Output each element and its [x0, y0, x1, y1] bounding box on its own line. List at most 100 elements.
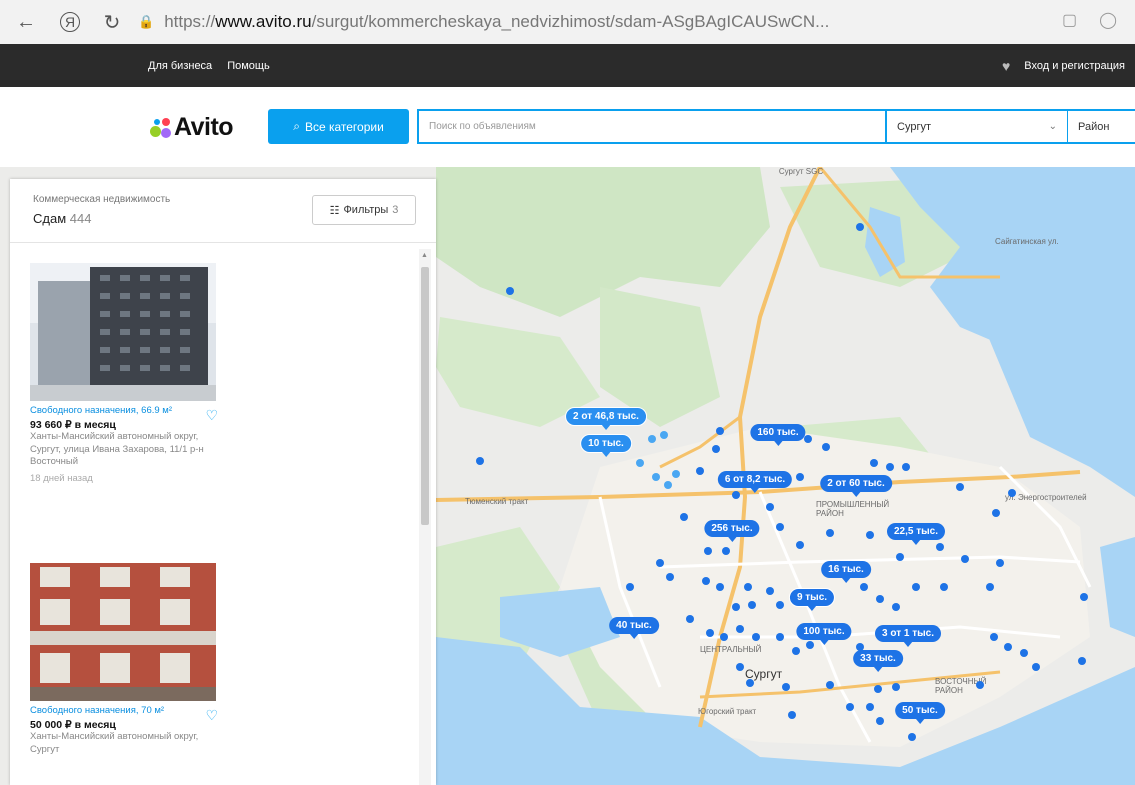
map-marker[interactable] — [1032, 663, 1040, 671]
map-marker[interactable] — [788, 711, 796, 719]
business-link[interactable]: Для бизнеса — [148, 60, 212, 72]
map-marker[interactable] — [912, 583, 920, 591]
map-marker[interactable] — [716, 427, 724, 435]
map-marker[interactable] — [782, 683, 790, 691]
reader-icon[interactable]: ◯ — [1099, 10, 1117, 30]
search-input[interactable]: Поиск по объявлениям — [417, 109, 885, 144]
price-pin[interactable]: 256 тыс. — [704, 520, 760, 542]
map-marker[interactable] — [874, 685, 882, 693]
map-marker[interactable] — [656, 559, 664, 567]
filters-button[interactable]: ☷ Фильтры 3 — [312, 195, 416, 225]
map-marker[interactable] — [990, 633, 998, 641]
map-marker[interactable] — [996, 559, 1004, 567]
map-marker[interactable] — [1004, 643, 1012, 651]
map-marker[interactable] — [660, 431, 668, 439]
map-marker[interactable] — [896, 553, 904, 561]
map-marker[interactable] — [1080, 593, 1088, 601]
map-marker[interactable] — [1008, 489, 1016, 497]
map-marker[interactable] — [886, 463, 894, 471]
favorite-heart-icon[interactable]: ♡ — [205, 407, 218, 424]
listing-card[interactable]: ♡ Свободного назначения, 66.9 м² 93 660 … — [30, 263, 220, 484]
map-marker[interactable] — [936, 543, 944, 551]
price-pin[interactable]: 100 тыс. — [796, 623, 852, 645]
back-arrow-icon[interactable]: ← — [14, 10, 38, 34]
price-pin[interactable]: 160 тыс. — [750, 424, 806, 446]
map-marker[interactable] — [876, 717, 884, 725]
map-marker[interactable] — [776, 601, 784, 609]
price-pin[interactable]: 40 тыс. — [609, 617, 659, 639]
map-marker[interactable] — [736, 625, 744, 633]
map-marker[interactable] — [696, 467, 704, 475]
map-marker[interactable] — [506, 287, 514, 295]
price-pin[interactable]: 33 тыс. — [853, 650, 903, 672]
map-marker[interactable] — [908, 733, 916, 741]
favorite-heart-icon[interactable]: ♡ — [205, 707, 218, 724]
map-marker[interactable] — [892, 683, 900, 691]
map-marker[interactable] — [796, 473, 804, 481]
help-link[interactable]: Помощь — [227, 60, 270, 72]
address-bar[interactable]: 🔒 https://www.avito.ru/surgut/kommerches… — [138, 12, 898, 32]
scroll-up-icon[interactable]: ▲ — [421, 252, 428, 259]
map-marker[interactable] — [752, 633, 760, 641]
avito-logo[interactable]: Avito — [148, 113, 234, 142]
map-marker[interactable] — [1020, 649, 1028, 657]
map-marker[interactable] — [746, 679, 754, 687]
listing-title[interactable]: Свободного назначения, 70 м² — [30, 705, 180, 717]
map-marker[interactable] — [870, 459, 878, 467]
map-marker[interactable] — [986, 583, 994, 591]
map-marker[interactable] — [476, 457, 484, 465]
map-marker[interactable] — [826, 681, 834, 689]
map-marker[interactable] — [806, 641, 814, 649]
map-marker[interactable] — [1078, 657, 1086, 665]
map-marker[interactable] — [876, 595, 884, 603]
login-link[interactable]: Вход и регистрация — [1024, 60, 1125, 72]
map-marker[interactable] — [976, 681, 984, 689]
map-marker[interactable] — [716, 583, 724, 591]
map-marker[interactable] — [822, 443, 830, 451]
map-marker[interactable] — [860, 583, 868, 591]
map-marker[interactable] — [732, 603, 740, 611]
scrollbar-thumb[interactable] — [421, 267, 429, 525]
map-marker[interactable] — [686, 615, 694, 623]
map-marker[interactable] — [702, 577, 710, 585]
map-marker[interactable] — [736, 663, 744, 671]
map-marker[interactable] — [704, 547, 712, 555]
map-marker[interactable] — [940, 583, 948, 591]
map-marker[interactable] — [636, 459, 644, 467]
price-pin[interactable]: 6 от 8,2 тыс. — [717, 471, 793, 493]
yandex-icon[interactable]: Я — [60, 12, 80, 32]
map-marker[interactable] — [666, 573, 674, 581]
map-marker[interactable] — [706, 629, 714, 637]
map-marker[interactable] — [748, 601, 756, 609]
price-pin[interactable]: 10 тыс. — [580, 434, 632, 457]
map-marker[interactable] — [732, 491, 740, 499]
price-pin[interactable]: 2 от 46,8 тыс. — [565, 407, 647, 430]
map-marker[interactable] — [826, 529, 834, 537]
map-marker[interactable] — [664, 481, 672, 489]
map-marker[interactable] — [866, 703, 874, 711]
map-marker[interactable] — [652, 473, 660, 481]
map-marker[interactable] — [792, 647, 800, 655]
price-pin[interactable]: 22,5 тыс. — [886, 523, 946, 545]
map-marker[interactable] — [776, 633, 784, 641]
map-marker[interactable] — [796, 541, 804, 549]
map-marker[interactable] — [766, 587, 774, 595]
map-marker[interactable] — [626, 583, 634, 591]
map-marker[interactable] — [672, 470, 680, 478]
map-marker[interactable] — [804, 435, 812, 443]
price-pin[interactable]: 9 тыс. — [788, 588, 836, 611]
map-marker[interactable] — [856, 223, 864, 231]
price-pin[interactable]: 2 от 60 тыс. — [820, 475, 892, 497]
map-marker[interactable] — [956, 483, 964, 491]
map-marker[interactable] — [648, 435, 656, 443]
map-marker[interactable] — [722, 547, 730, 555]
price-pin[interactable]: 50 тыс. — [895, 702, 945, 724]
favorites-heart-icon[interactable]: ♥ — [1002, 58, 1010, 74]
translate-icon[interactable]: ▢ — [1062, 10, 1077, 30]
map-marker[interactable] — [892, 603, 900, 611]
map-marker[interactable] — [766, 503, 774, 511]
map-marker[interactable] — [680, 513, 688, 521]
district-select[interactable]: Район — [1068, 109, 1135, 144]
listing-photo[interactable] — [30, 263, 216, 401]
price-pin[interactable]: 3 от 1 тыс. — [875, 625, 941, 647]
